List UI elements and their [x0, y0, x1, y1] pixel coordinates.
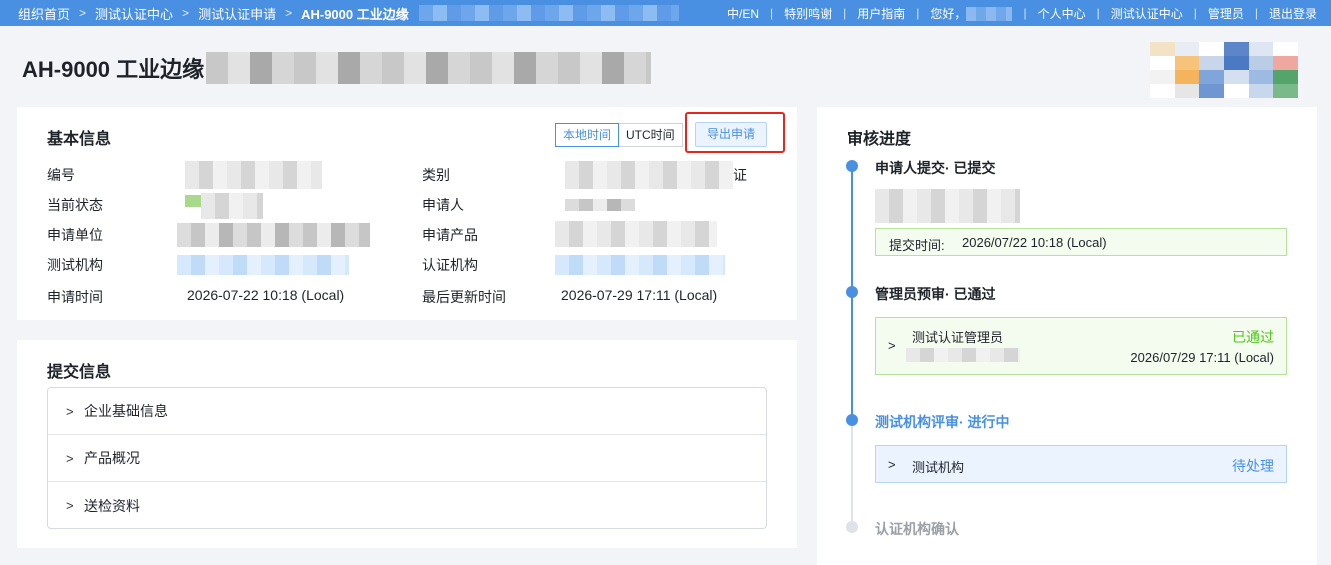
redacted-status: [201, 193, 263, 219]
time-zone-toggle: 本地时间 UTC时间: [555, 123, 683, 147]
test-org-review-box[interactable]: > 测试机构 待处理: [875, 445, 1287, 483]
product-label: 申请产品: [422, 227, 478, 243]
chevron-right-icon: >: [66, 403, 74, 419]
test-org-label: 测试机构: [47, 257, 103, 273]
local-time-button[interactable]: 本地时间: [555, 123, 620, 147]
redacted-logo: [1150, 42, 1298, 98]
apply-time-label: 申请时间: [47, 289, 103, 305]
page-title-row: AH-9000 工业边缘: [22, 52, 652, 84]
nav-user-guide[interactable]: 用户指南: [857, 5, 905, 22]
chevron-right-icon: >: [182, 6, 190, 20]
cert-org-label: 认证机构: [422, 257, 478, 273]
chevron-right-icon: >: [888, 338, 896, 353]
user-greeting: 您好，: [930, 5, 1013, 22]
category-suffix: 证: [733, 167, 747, 183]
submit-info-card: 提交信息 > 企业基础信息 > 产品概况 > 送检资料: [17, 340, 797, 548]
language-switch[interactable]: 中/EN: [727, 5, 759, 22]
chevron-right-icon: >: [66, 450, 74, 466]
nav-acknowledgements[interactable]: 特别鸣谢: [784, 5, 832, 22]
utc-time-button[interactable]: UTC时间: [619, 123, 683, 147]
step-title-admin-review: 管理员预审· 已通过: [875, 286, 996, 302]
status-label: 当前状态: [47, 197, 103, 213]
review-progress-card: 审核进度 申请人提交· 已提交 提交时间: 2026/07/22 10:18 (…: [817, 107, 1317, 565]
chevron-right-icon: >: [79, 6, 87, 20]
submit-time-box: 提交时间: 2026/07/22 10:18 (Local): [875, 228, 1287, 256]
category-label: 类别: [422, 167, 450, 183]
review-progress-title: 审核进度: [847, 131, 912, 148]
updated-time-label: 最后更新时间: [422, 289, 506, 305]
step-title-test-org-review: 测试机构评审· 进行中: [875, 414, 1010, 430]
redacted-title: [206, 52, 652, 84]
nav-divider: |: [1254, 6, 1258, 20]
redacted-reviewer: [906, 348, 1020, 362]
nav-cert-center[interactable]: 测试认证中心: [1111, 5, 1183, 22]
logout-link[interactable]: 退出登录: [1269, 5, 1317, 22]
section-company-info[interactable]: > 企业基础信息: [48, 388, 766, 435]
greeting-text: 您好，: [930, 6, 967, 21]
top-bar: 组织首页 > 测试认证中心 > 测试认证申请 > AH-9000 工业边缘 中/…: [0, 0, 1331, 26]
id-label: 编号: [47, 167, 75, 183]
nav-divider: |: [1023, 6, 1027, 20]
redacted-product: [555, 221, 717, 247]
breadcrumb-center[interactable]: 测试认证中心: [95, 4, 173, 23]
submit-sections-accordion: > 企业基础信息 > 产品概况 > 送检资料: [47, 387, 767, 529]
submit-time-label: 提交时间:: [889, 238, 945, 253]
page-title: AH-9000 工业边缘: [22, 57, 205, 82]
nav-divider: |: [843, 6, 847, 20]
top-nav: 中/EN | 特别鸣谢 | 用户指南 | 您好， | 个人中心 | 测试认证中心…: [727, 5, 1331, 22]
redacted-applicant: [565, 199, 635, 211]
status-pending: 待处理: [1232, 458, 1274, 474]
breadcrumb-home[interactable]: 组织首页: [18, 4, 70, 23]
nav-divider: |: [1096, 6, 1100, 20]
breadcrumb-applications[interactable]: 测试认证申请: [198, 4, 276, 23]
section-label: 企业基础信息: [84, 403, 168, 419]
nav-profile[interactable]: 个人中心: [1038, 5, 1086, 22]
applicant-label: 申请人: [422, 197, 464, 213]
submit-time-value: 2026/07/22 10:18 (Local): [962, 235, 1107, 250]
redacted-submitter: [875, 189, 1020, 223]
nav-divider: |: [1193, 6, 1197, 20]
step-dot-cert-confirm: [846, 521, 858, 533]
step-dot-submitted: [846, 160, 858, 172]
step-title-submitted: 申请人提交· 已提交: [875, 160, 996, 176]
chevron-right-icon: >: [66, 498, 74, 513]
timeline-line-pending: [851, 421, 853, 525]
status-indicator: [185, 195, 201, 207]
nav-admin[interactable]: 管理员: [1208, 5, 1244, 22]
chevron-right-icon: >: [888, 457, 896, 472]
chevron-right-icon: >: [285, 6, 293, 20]
section-test-materials[interactable]: > 送检资料: [48, 482, 766, 529]
redacted-category: [565, 161, 733, 189]
redacted-id: [185, 161, 322, 189]
step-dot-test-org-review: [846, 414, 858, 426]
basic-info-card: 基本信息 本地时间 UTC时间 导出申请 编号 类别 证 当前状态 申请人 申请…: [17, 107, 797, 320]
redacted-cert-org-link[interactable]: [555, 255, 725, 275]
redacted-test-org-link[interactable]: [177, 255, 349, 275]
reviewer-name: 测试认证管理员: [912, 330, 1004, 345]
submit-info-title: 提交信息: [47, 364, 112, 381]
section-label: 产品概况: [84, 450, 140, 466]
section-label: 送检资料: [84, 497, 140, 514]
admin-review-box[interactable]: > 测试认证管理员 已通过 2026/07/29 17:11 (Local): [875, 317, 1287, 375]
step-dot-admin-review: [846, 286, 858, 298]
updated-time-value: 2026-07-29 17:11 (Local): [561, 287, 718, 303]
redacted-org: [177, 223, 370, 247]
apply-time-value: 2026-07-22 10:18 (Local): [187, 287, 345, 303]
nav-divider: |: [770, 6, 774, 20]
breadcrumb-current: AH-9000 工业边缘: [301, 6, 409, 22]
section-product-overview[interactable]: > 产品概况: [48, 435, 766, 482]
step-title-cert-confirm: 认证机构确认: [875, 521, 959, 537]
org-label: 申请单位: [47, 227, 103, 243]
breadcrumb: 组织首页 > 测试认证中心 > 测试认证申请 > AH-9000 工业边缘: [0, 4, 679, 23]
review-time: 2026/07/29 17:11 (Local): [1130, 350, 1274, 365]
nav-divider: |: [916, 6, 920, 20]
redacted-breadcrumb: [418, 5, 679, 21]
test-org-name: 测试机构: [912, 460, 965, 475]
basic-info-title: 基本信息: [47, 131, 112, 148]
highlight-annotation: [685, 112, 785, 153]
status-approved: 已通过: [1232, 329, 1274, 345]
redacted-username: [966, 7, 1013, 22]
